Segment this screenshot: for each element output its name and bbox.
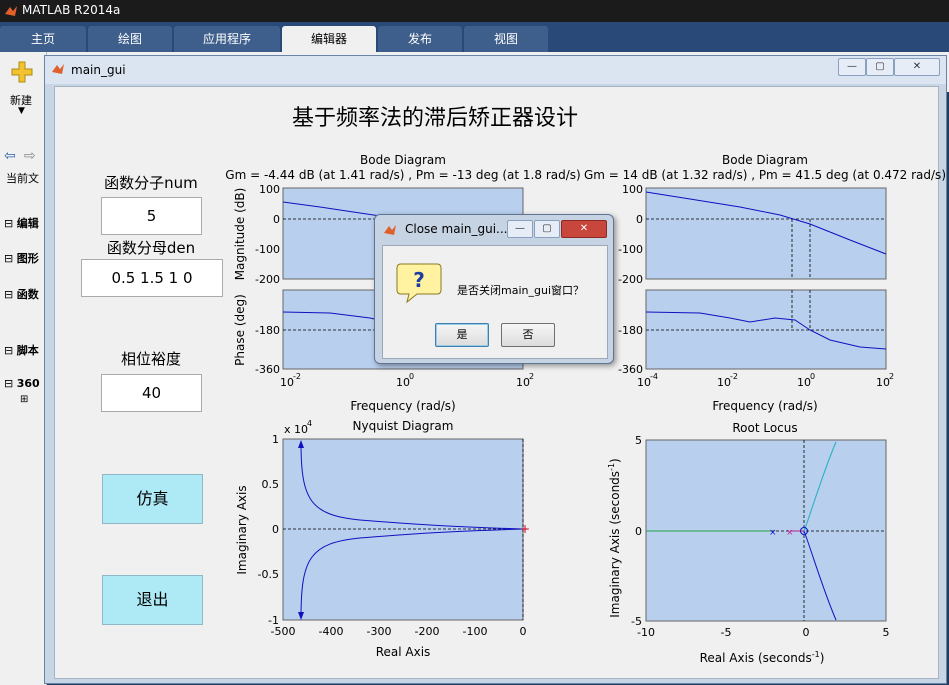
rlocus-xlabel: Real Axis (seconds-1) bbox=[700, 650, 825, 665]
bode2-mag-tick: -100 bbox=[618, 243, 643, 256]
nyquist-xlabel: Real Axis bbox=[376, 645, 431, 659]
bode1-xlabel: Frequency (rad/s) bbox=[350, 399, 455, 413]
matlab-logo-icon bbox=[384, 225, 396, 235]
bode1-mag-tick: -200 bbox=[255, 273, 280, 286]
nyquist-y-tick: -0.5 bbox=[258, 568, 279, 581]
nyquist-x-tick: -200 bbox=[415, 625, 440, 638]
rlocus-x-tick: -5 bbox=[721, 626, 732, 639]
bode2-x-tick: 10 bbox=[876, 376, 890, 389]
rlocus-ylabel: Imaginary Axis (seconds-1) bbox=[607, 458, 622, 617]
bode1-phase-ylabel: Phase (deg) bbox=[233, 294, 247, 366]
nyquist-ylabel: Imaginary Axis bbox=[235, 485, 249, 574]
bode2-x-tick: 10 bbox=[797, 376, 811, 389]
rlocus-pole-icon: × bbox=[786, 528, 794, 538]
bode1-x-tick: 10 bbox=[516, 376, 530, 389]
question-icon: ? bbox=[396, 263, 442, 304]
rlocus-pole-icon: × bbox=[769, 528, 777, 538]
nyquist-x-tick: -300 bbox=[367, 625, 392, 638]
dialog-close-icon[interactable]: ✕ bbox=[561, 220, 607, 238]
close-confirm-dialog: Close main_gui... — ▢ ✕ ? 是否关闭main_gui窗口… bbox=[374, 214, 614, 364]
bode2-x-exp: -4 bbox=[650, 372, 658, 381]
bode2-xlabel: Frequency (rad/s) bbox=[712, 399, 817, 413]
bode1-x-tick: 10 bbox=[280, 376, 294, 389]
nyquist-x-tick: -100 bbox=[463, 625, 488, 638]
bode2-x-exp: -2 bbox=[730, 372, 738, 381]
nyquist-critical-point-icon: + bbox=[520, 522, 530, 536]
bode1-x-exp: 0 bbox=[409, 372, 414, 381]
bode2-x-exp: 2 bbox=[889, 372, 894, 381]
dialog-body: ? 是否关闭main_gui窗口？ 是 否 bbox=[382, 245, 608, 359]
bode2-phase-tick: -180 bbox=[618, 324, 643, 337]
bode1-x-exp: -2 bbox=[293, 372, 301, 381]
bode2-x-exp: 0 bbox=[810, 372, 815, 381]
nyquist-title: Nyquist Diagram bbox=[353, 419, 454, 433]
bode1-phase-tick: -360 bbox=[255, 363, 280, 376]
bode2-phase-axes bbox=[645, 289, 887, 370]
bode1-x-exp: 2 bbox=[529, 372, 534, 381]
nyquist-x-tick: -400 bbox=[319, 625, 344, 638]
nyquist-y-tick: 0 bbox=[272, 523, 279, 536]
bode2-mag-tick: 0 bbox=[636, 213, 643, 226]
rlocus-y-tick: 5 bbox=[635, 434, 642, 447]
bode2-mag-tick: -200 bbox=[618, 273, 643, 286]
nyquist-y-tick: 0.5 bbox=[262, 478, 280, 491]
dialog-title: Close main_gui... bbox=[405, 222, 508, 236]
svg-text:?: ? bbox=[413, 268, 425, 292]
bode2-subtitle: Gm = 14 dB (at 1.32 rad/s) , Pm = 41.5 d… bbox=[584, 168, 946, 182]
rlocus-y-tick: 0 bbox=[635, 525, 642, 538]
dialog-maximize-icon[interactable]: ▢ bbox=[534, 220, 560, 238]
bode1-subtitle: Gm = -4.44 dB (at 1.41 rad/s) , Pm = -13… bbox=[225, 168, 580, 182]
bode1-phase-tick: -180 bbox=[255, 324, 280, 337]
yes-button[interactable]: 是 bbox=[435, 323, 489, 347]
dialog-minimize-icon[interactable]: — bbox=[507, 220, 533, 238]
bode2-x-tick: 10 bbox=[637, 376, 651, 389]
rlocus-x-tick: -10 bbox=[637, 626, 655, 639]
nyquist-x-tick: 0 bbox=[520, 625, 527, 638]
bode1-mag-tick: -100 bbox=[255, 243, 280, 256]
bode2-mag-tick: 100 bbox=[622, 183, 643, 196]
bode1-mag-ylabel: Magnitude (dB) bbox=[233, 188, 247, 281]
rlocus-x-tick: 0 bbox=[803, 626, 810, 639]
bode2-title: Bode Diagram bbox=[722, 153, 808, 167]
nyquist-multiplier: x 10 bbox=[284, 423, 308, 436]
rlocus-title: Root Locus bbox=[732, 421, 797, 435]
nyquist-y-tick: 1 bbox=[272, 433, 279, 446]
no-button[interactable]: 否 bbox=[501, 323, 555, 347]
nyquist-multiplier-exp: 4 bbox=[307, 419, 312, 428]
bode1-x-tick: 10 bbox=[396, 376, 410, 389]
bode2-phase-tick: -360 bbox=[618, 363, 643, 376]
bode1-mag-tick: 100 bbox=[259, 183, 280, 196]
bode1-title: Bode Diagram bbox=[360, 153, 446, 167]
dialog-message: 是否关闭main_gui窗口？ bbox=[457, 284, 584, 297]
bode2-mag-axes bbox=[645, 187, 887, 280]
nyquist-x-tick: -500 bbox=[271, 625, 296, 638]
nyquist-axes bbox=[282, 438, 524, 621]
bode2-x-tick: 10 bbox=[717, 376, 731, 389]
rlocus-x-tick: 5 bbox=[883, 626, 890, 639]
bode1-mag-tick: 0 bbox=[273, 213, 280, 226]
